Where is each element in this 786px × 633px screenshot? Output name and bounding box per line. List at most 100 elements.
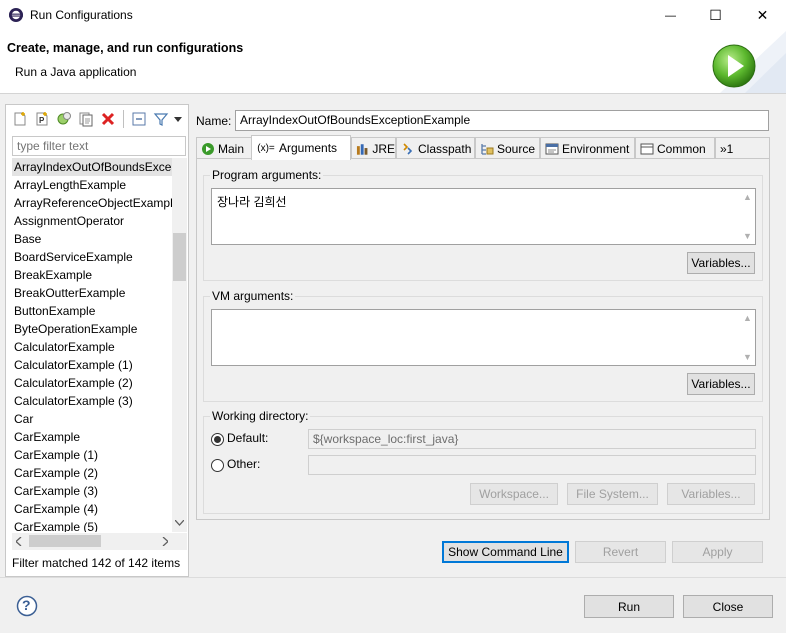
tab-environment[interactable]: Environment (540, 137, 635, 159)
minimize-button[interactable]: — (648, 0, 693, 31)
list-item[interactable]: BreakExample (12, 266, 173, 284)
list-item[interactable]: BreakOutterExample (12, 284, 173, 302)
main-tab-icon (202, 142, 214, 155)
list-item[interactable]: ArrayReferenceObjectExample (12, 194, 173, 212)
duplicate-config-button[interactable] (76, 109, 96, 129)
new-prototype-button[interactable]: P (32, 109, 52, 129)
list-item[interactable]: ArrayIndexOutOfBoundsException (12, 158, 173, 176)
filter-button[interactable] (151, 109, 171, 129)
working-directory-group: Working directory: Default: ${workspace_… (203, 409, 763, 514)
list-item[interactable]: CarExample (2) (12, 464, 173, 482)
file-system-button[interactable]: File System... (567, 483, 658, 505)
vm-arguments-textarea[interactable]: ▲ ▼ (211, 309, 756, 366)
list-horizontal-scrollbar[interactable] (12, 533, 187, 550)
other-radio[interactable] (211, 459, 224, 472)
textarea-scrollbar[interactable]: ▲ ▼ (740, 310, 755, 365)
workspace-button[interactable]: Workspace... (470, 483, 558, 505)
scroll-up-icon: ▲ (743, 192, 752, 202)
tabs-overflow-chevron: »1 (720, 141, 734, 156)
default-radio[interactable] (211, 433, 224, 446)
tab-label: Arguments (279, 141, 338, 155)
list-item[interactable]: CalculatorExample (2) (12, 374, 173, 392)
list-item[interactable]: CarExample (1) (12, 446, 173, 464)
list-item[interactable]: BoardServiceExample (12, 248, 173, 266)
program-variables-button[interactable]: Variables... (687, 252, 755, 274)
filter-status-text: Filter matched 142 of 142 items (12, 556, 181, 570)
view-menu-button[interactable] (173, 109, 183, 129)
show-command-line-button[interactable]: Show Command Line (442, 541, 569, 563)
program-arguments-group: Program arguments: 장나라 김희선 ▲ ▼ Variables.… (203, 168, 763, 281)
list-item[interactable]: ByteOperationExample (12, 320, 173, 338)
list-item[interactable]: ArrayLengthExample (12, 176, 173, 194)
program-arguments-textarea[interactable]: 장나라 김희선 ▲ ▼ (211, 188, 756, 245)
help-button[interactable]: ? (16, 595, 38, 617)
list-toolbar: P (6, 105, 188, 133)
list-item[interactable]: CalculatorExample (3) (12, 392, 173, 410)
new-config-icon (14, 112, 26, 126)
arguments-tab-content: Program arguments: 장나라 김희선 ▲ ▼ Variables.… (196, 158, 770, 520)
toolbar-separator (123, 110, 124, 128)
new-launch-config-button[interactable] (10, 109, 30, 129)
scroll-right-icon[interactable] (162, 537, 168, 546)
tab-source[interactable]: Source (475, 137, 540, 159)
close-button[interactable]: Close (683, 595, 773, 618)
window-title: Run Configurations (30, 8, 133, 22)
collapse-all-icon (132, 112, 146, 126)
tab-label: Common (657, 141, 706, 156)
tab-label: Environment (562, 141, 630, 156)
delete-config-button[interactable] (98, 109, 118, 129)
wd-variables-button[interactable]: Variables... (667, 483, 755, 505)
run-banner-icon (712, 44, 756, 88)
view-menu-icon (174, 117, 182, 122)
filter-input[interactable] (12, 136, 186, 156)
maximize-button[interactable]: ☐ (693, 0, 738, 31)
configuration-list: ArrayIndexOutOfBoundsExceptionArrayLengt… (12, 158, 173, 532)
scroll-left-icon[interactable] (16, 537, 22, 546)
list-item[interactable]: CarExample (3) (12, 482, 173, 500)
tab-label: Source (497, 141, 536, 156)
scrollbar-thumb[interactable] (173, 233, 186, 281)
textarea-scrollbar[interactable]: ▲ ▼ (740, 189, 755, 244)
apply-button[interactable]: Apply (672, 541, 763, 563)
list-item[interactable]: Car (12, 410, 173, 428)
collapse-all-button[interactable] (129, 109, 149, 129)
tab-common[interactable]: Common (635, 137, 715, 159)
list-item[interactable]: AssignmentOperator (12, 212, 173, 230)
config-tabs: Main (x)= Arguments JRE Classpath Source… (196, 135, 770, 160)
run-button[interactable]: Run (584, 595, 674, 618)
tab-classpath[interactable]: Classpath (396, 137, 475, 159)
scroll-down-icon[interactable] (175, 520, 184, 526)
program-arguments-label: Program arguments: (210, 168, 324, 182)
list-item[interactable]: CalculatorExample (12, 338, 173, 356)
list-item[interactable]: CarExample (12, 428, 173, 446)
scroll-up-icon: ▲ (743, 313, 752, 323)
scrollbar-thumb[interactable] (29, 535, 101, 547)
close-icon: ✕ (756, 7, 769, 23)
close-window-button[interactable]: ✕ (740, 0, 785, 31)
footer-divider (0, 577, 786, 578)
working-directory-label: Working directory: (210, 409, 311, 423)
list-item[interactable]: CarExample (4) (12, 500, 173, 518)
tab-main[interactable]: Main (196, 137, 252, 159)
list-item[interactable]: ButtonExample (12, 302, 173, 320)
tab-arguments[interactable]: (x)= Arguments (251, 135, 351, 160)
list-item[interactable]: CarExample (5) (12, 518, 173, 532)
export-config-button[interactable] (54, 109, 74, 129)
tab-overflow[interactable]: »1 (715, 137, 770, 159)
list-item[interactable]: Base (12, 230, 173, 248)
scroll-down-icon: ▼ (743, 352, 752, 362)
vm-variables-button[interactable]: Variables... (687, 373, 755, 395)
new-prototype-icon: P (36, 112, 48, 126)
help-glyph: ? (22, 597, 31, 613)
list-item[interactable]: CalculatorExample (1) (12, 356, 173, 374)
dialog-body: P ArrayIndexOutOfBoundsException (0, 93, 786, 633)
name-input[interactable]: ArrayIndexOutOfBoundsExceptionExample (235, 110, 769, 131)
export-icon (57, 112, 71, 125)
configuration-list-panel: P ArrayIndexOutOfBoundsException (5, 104, 189, 577)
title-bar: Run Configurations — ☐ ✕ (0, 0, 786, 31)
tab-jre[interactable]: JRE (351, 137, 396, 159)
revert-button[interactable]: Revert (575, 541, 666, 563)
header-subtitle: Run a Java application (15, 65, 137, 79)
eclipse-app-icon (9, 8, 23, 22)
list-vertical-scrollbar[interactable] (172, 158, 187, 532)
